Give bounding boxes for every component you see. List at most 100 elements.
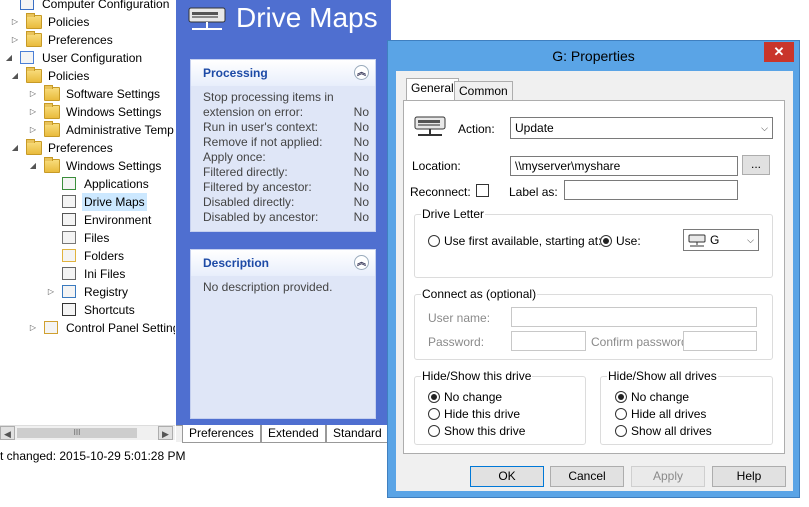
chevron-down-icon: ⌵ xyxy=(747,235,754,245)
tree-horizontal-scrollbar[interactable]: ◀ III ▶ xyxy=(0,425,175,440)
show-this-drive-radio[interactable] xyxy=(428,425,440,437)
collapsed-arrow-icon[interactable]: ▷ xyxy=(28,121,38,139)
hide-all-drives-radio[interactable] xyxy=(615,408,627,420)
confirm-password-input[interactable] xyxy=(683,331,757,351)
show-all-drives-label: Show all drives xyxy=(631,424,712,438)
drive-icon xyxy=(62,195,76,208)
all-no-change-radio[interactable] xyxy=(615,391,627,403)
user-icon xyxy=(20,51,34,64)
tree-item[interactable]: ◢ User Configuration xyxy=(0,49,175,67)
description-card: Description ︽ No description provided. xyxy=(190,249,376,419)
tree-item[interactable]: Shortcuts xyxy=(0,301,175,319)
processing-row-label: Disabled directly: xyxy=(203,195,295,209)
processing-header-label: Processing xyxy=(203,66,268,80)
collapsed-arrow-icon[interactable]: ▷ xyxy=(28,103,38,121)
scroll-right-icon[interactable]: ▶ xyxy=(158,426,173,440)
drive-maps-pane: Drive Maps Processing ︽ Stop processing … xyxy=(176,0,391,443)
processing-row: Filtered directly: No xyxy=(191,165,375,180)
collapsed-arrow-icon[interactable]: ▷ xyxy=(28,319,38,337)
folder-icon xyxy=(44,157,60,173)
hide-this-drive-radio[interactable] xyxy=(428,408,440,420)
first-available-radio[interactable] xyxy=(428,235,440,247)
expanded-arrow-icon[interactable]: ◢ xyxy=(28,157,38,175)
tree-item[interactable]: Drive Maps xyxy=(0,193,175,211)
expanded-arrow-icon[interactable]: ◢ xyxy=(10,67,20,85)
tree-item[interactable]: ▷ Windows Settings xyxy=(0,103,175,121)
tree-item-label: Folders xyxy=(84,249,125,263)
tree-item[interactable]: Applications xyxy=(0,175,175,193)
collapsed-arrow-icon[interactable]: ▷ xyxy=(46,283,56,301)
processing-row: Disabled by ancestor: No xyxy=(191,210,375,225)
drive-no-change-radio[interactable] xyxy=(428,391,440,403)
processing-row: Apply once: No xyxy=(191,150,375,165)
label-as-input[interactable] xyxy=(564,180,738,200)
drive-maps-large-icon xyxy=(188,7,226,30)
tree-item[interactable]: ▷ Software Settings xyxy=(0,85,175,103)
folder-icon xyxy=(44,85,60,101)
use-radio[interactable] xyxy=(600,235,612,247)
shortcuts-icon xyxy=(62,303,76,316)
collapsed-arrow-icon[interactable]: ▷ xyxy=(10,13,20,31)
tab-common[interactable]: Common xyxy=(454,81,513,101)
hide-show-drive-title: Hide/Show this drive xyxy=(421,369,533,383)
user-name-input[interactable] xyxy=(511,307,757,327)
tree-item[interactable]: Ini Files xyxy=(0,265,175,283)
tab-general[interactable]: General xyxy=(406,78,459,101)
expanded-arrow-icon[interactable]: ◢ xyxy=(10,139,20,157)
tree-item-label: User Configuration xyxy=(42,51,143,65)
tree-item[interactable]: ▷ Policies xyxy=(0,13,175,31)
scroll-left-icon[interactable]: ◀ xyxy=(0,426,15,440)
processing-header[interactable]: Processing ︽ xyxy=(191,60,375,86)
apply-button[interactable]: Apply xyxy=(631,466,705,487)
tree-item-label: Administrative Temp xyxy=(66,123,174,137)
password-input[interactable] xyxy=(511,331,586,351)
view-tabs: Preferences Extended Standard xyxy=(176,425,391,443)
tree-item[interactable]: ▷ Control Panel Setting xyxy=(0,319,175,337)
drive-icon xyxy=(414,116,446,136)
expanded-arrow-icon[interactable]: ◢ xyxy=(4,49,14,67)
connect-as-group: Connect as (optional) User name: Passwor… xyxy=(414,287,773,360)
tree-item[interactable]: ◢ Windows Settings xyxy=(0,157,175,175)
help-button[interactable]: Help xyxy=(712,466,786,487)
drive-letter-title: Drive Letter xyxy=(421,207,486,221)
browse-button[interactable]: ... xyxy=(742,155,770,175)
reconnect-checkbox[interactable] xyxy=(476,184,489,197)
tab-extended[interactable]: Extended xyxy=(261,425,326,443)
scroll-thumb[interactable]: III xyxy=(17,428,137,438)
show-all-drives-radio[interactable] xyxy=(615,425,627,437)
processing-row-value: No xyxy=(353,180,369,194)
page-title: Drive Maps xyxy=(236,2,378,33)
folders-icon xyxy=(62,249,76,262)
tree-item-label: Policies xyxy=(48,69,90,83)
user-name-label: User name: xyxy=(428,311,491,325)
close-button[interactable]: ✕ xyxy=(764,42,794,62)
collapsed-arrow-icon[interactable]: ▷ xyxy=(10,31,20,49)
drive-letter-select[interactable]: G ⌵ xyxy=(683,229,759,251)
collapse-processing-icon[interactable]: ︽ xyxy=(354,65,369,80)
ok-button[interactable]: OK xyxy=(470,466,544,487)
tree-item-label: Ini Files xyxy=(84,267,126,281)
drive-no-change-label: No change xyxy=(444,390,503,404)
tree-item[interactable]: ▷ Preferences xyxy=(0,31,175,49)
folder-icon xyxy=(26,139,42,155)
tree-item[interactable]: ◢ Preferences xyxy=(0,139,175,157)
action-select[interactable]: Update ⌵ xyxy=(510,117,773,139)
tree-item[interactable]: Environment xyxy=(0,211,175,229)
cancel-button[interactable]: Cancel xyxy=(550,466,624,487)
collapsed-arrow-icon[interactable]: ▷ xyxy=(28,85,38,103)
description-header[interactable]: Description ︽ xyxy=(191,250,375,276)
tab-preferences[interactable]: Preferences xyxy=(182,425,261,443)
general-page: Action: Update ⌵ Location: \\myserver\my… xyxy=(403,100,785,454)
tree-item-label: Preferences xyxy=(48,33,113,47)
processing-row: Filtered by ancestor: No xyxy=(191,180,375,195)
tree-item[interactable]: Folders xyxy=(0,247,175,265)
tree-item[interactable]: Files xyxy=(0,229,175,247)
collapse-description-icon[interactable]: ︽ xyxy=(354,255,369,270)
location-input[interactable]: \\myserver\myshare xyxy=(510,156,738,176)
tree-item[interactable]: Computer Configuration xyxy=(0,0,175,13)
tree-item-label: Applications xyxy=(84,177,149,191)
tree-item[interactable]: ▷ Registry xyxy=(0,283,175,301)
tab-standard[interactable]: Standard xyxy=(326,425,389,443)
tree-item[interactable]: ▷ Administrative Temp xyxy=(0,121,175,139)
tree-item[interactable]: ◢ Policies xyxy=(0,67,175,85)
